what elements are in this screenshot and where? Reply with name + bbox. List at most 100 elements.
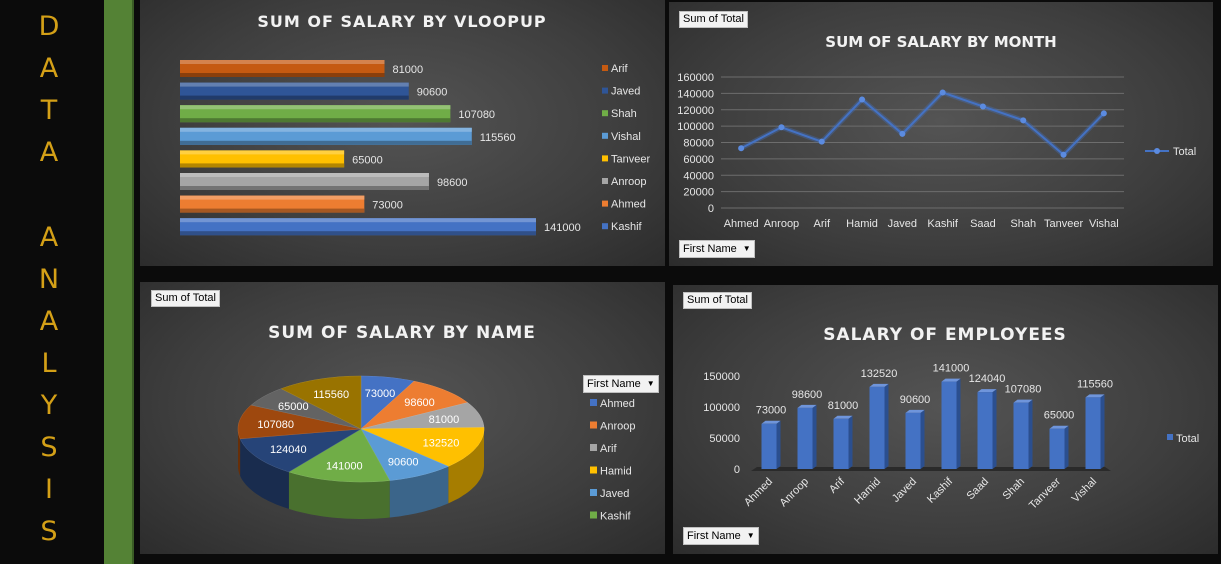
- data-label: 81000: [393, 64, 424, 76]
- first-name-filter[interactable]: First Name ▼: [679, 240, 755, 259]
- legend-swatch: [1167, 434, 1173, 440]
- bar-highlight: [180, 82, 409, 87]
- filter-label: First Name: [683, 243, 737, 255]
- y-tick-label: 140000: [677, 88, 714, 100]
- legend-label: Arif: [600, 443, 617, 455]
- x-tick-label: Shah: [1000, 476, 1027, 503]
- series-point: [1100, 110, 1107, 117]
- x-tick-label: Tanveer: [1027, 475, 1063, 511]
- series-point: [899, 130, 906, 137]
- data-label: 132520: [861, 368, 898, 380]
- bar-shadow: [180, 95, 409, 100]
- sidebar-letter: T: [40, 95, 58, 126]
- y-tick-label: 100000: [677, 121, 714, 133]
- bar-highlight: [180, 60, 385, 64]
- employees-chart: SALARY OF EMPLOYEES 0 50000 100000 150000 730…: [703, 325, 1199, 512]
- month-chart: SUM OF SALARY BY MONTH 0 20000 40000 60000 80…: [677, 33, 1196, 230]
- data-label: 132520: [423, 438, 460, 450]
- legend-label: Anroop: [611, 176, 646, 188]
- x-tick-label: Arif: [814, 218, 831, 230]
- data-label: 90600: [900, 394, 931, 406]
- data-label: 141000: [326, 460, 363, 472]
- legend-swatch: [590, 466, 597, 474]
- legend-swatch: [602, 132, 608, 139]
- data-label: 115560: [480, 132, 516, 144]
- bar-shadow: [180, 118, 451, 123]
- column: [941, 381, 957, 469]
- column-side: [884, 383, 889, 469]
- data-label: 65000: [1044, 410, 1075, 422]
- vloopup-chart-panel[interactable]: SUM OF SALARY BY VLOOPUP 81000 90600 107080…: [140, 0, 665, 266]
- data-label: 124040: [969, 373, 1006, 385]
- x-tick-label: Arif: [827, 475, 848, 496]
- legend-label: Tanveer: [611, 153, 650, 165]
- sum-of-total-pill[interactable]: Sum of Total: [151, 290, 220, 307]
- column-side: [920, 409, 925, 469]
- column: [833, 418, 849, 469]
- sum-of-total-pill[interactable]: Sum of Total: [683, 292, 752, 309]
- x-tick-label: Hamid: [846, 218, 878, 230]
- bar-shadow: [180, 140, 472, 145]
- legend-swatch: [590, 399, 597, 406]
- dropdown-arrow-icon: ▼: [646, 379, 655, 389]
- x-tick-label: Javed: [888, 218, 917, 230]
- legend-swatch: [602, 110, 608, 117]
- legend-label: Vishal: [611, 131, 641, 143]
- sum-of-total-pill[interactable]: Sum of Total: [679, 11, 748, 28]
- x-tick-label: Hamid: [852, 476, 883, 507]
- y-tick-label: 0: [708, 203, 714, 215]
- name-chart-panel[interactable]: SUM OF SALARY BY NAME 73000 98600 81000 1325…: [140, 282, 665, 554]
- green-accent-bar: [104, 0, 134, 564]
- sidebar-letter: S: [40, 432, 58, 463]
- series-line-glow: [739, 89, 1106, 159]
- x-tick-label: Kashif: [925, 475, 956, 506]
- data-label: 73000: [756, 405, 787, 417]
- data-label: 73000: [365, 388, 396, 400]
- first-name-filter[interactable]: First Name ▼: [583, 375, 659, 394]
- legend-swatch: [602, 65, 608, 71]
- legend-label: Kashif: [611, 221, 643, 233]
- name-chart: SUM OF SALARY BY NAME 73000 98600 81000 1325…: [237, 323, 635, 523]
- sidebar-letter: D: [38, 11, 60, 42]
- chart-title: SUM OF SALARY BY NAME: [268, 323, 536, 343]
- column-side: [812, 404, 817, 469]
- x-tick-label: Ahmed: [724, 218, 759, 230]
- legend-swatch: [590, 421, 597, 429]
- bar-highlight: [180, 173, 429, 177]
- column: [977, 392, 993, 469]
- sidebar: DATAANALYSIS: [0, 0, 104, 564]
- legend-label: Total: [1176, 433, 1199, 445]
- sidebar-letter: N: [38, 264, 60, 295]
- bar-shadow: [180, 163, 345, 168]
- legend-swatch: [590, 489, 597, 496]
- data-label: 65000: [352, 154, 383, 166]
- chart-title: SALARY OF EMPLOYEES: [823, 325, 1067, 345]
- bar-shadow: [180, 186, 429, 190]
- data-label: 81000: [429, 414, 460, 426]
- y-tick-label: 50000: [709, 433, 740, 445]
- bar-highlight: [180, 127, 472, 132]
- series-point: [1020, 117, 1027, 124]
- data-label: 124040: [270, 444, 307, 456]
- x-tick-label: Shah: [1010, 218, 1036, 230]
- column-side: [1100, 394, 1105, 469]
- legend-swatch: [590, 444, 597, 451]
- column-side: [848, 415, 853, 469]
- legend-label: Ahmed: [600, 398, 635, 410]
- employees-chart-panel[interactable]: SALARY OF EMPLOYEES 0 50000 100000 150000 730…: [673, 285, 1218, 554]
- legend-label: Shah: [611, 108, 637, 120]
- sidebar-letter: A: [39, 306, 59, 337]
- series-point: [778, 124, 785, 131]
- column: [1013, 402, 1029, 469]
- legend-label: Javed: [600, 488, 629, 500]
- month-chart-panel[interactable]: SUM OF SALARY BY MONTH 0 20000 40000 60000 80…: [669, 2, 1213, 266]
- sidebar-letter: S: [40, 516, 58, 547]
- vloopup-chart: SUM OF SALARY BY VLOOPUP 81000 90600 107080…: [180, 12, 650, 236]
- y-tick-label: 20000: [683, 187, 714, 199]
- sidebar-letter: L: [41, 348, 57, 379]
- series-point: [818, 138, 825, 145]
- x-tick-label: Anroop: [764, 218, 799, 230]
- legend-label: Arif: [611, 63, 628, 75]
- x-tick-label: Vishal: [1089, 218, 1119, 230]
- first-name-filter[interactable]: First Name ▼: [683, 527, 759, 546]
